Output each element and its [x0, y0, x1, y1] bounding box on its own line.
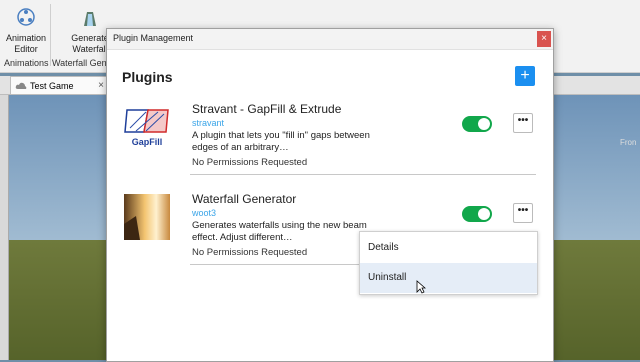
- plugin-permissions: No Permissions Requested: [192, 157, 308, 168]
- plugin-permissions: No Permissions Requested: [192, 247, 308, 258]
- plugin-management-dialog: Plugin Management × Plugins + GapFill St…: [106, 28, 554, 362]
- plugin-author-link[interactable]: woot3: [192, 208, 216, 218]
- animation-editor-label-1: Animation: [5, 33, 47, 43]
- dialog-title: Plugin Management: [113, 33, 194, 43]
- plugin-options-menu: Details Uninstall: [359, 231, 538, 295]
- plugin-name: Stravant - GapFill & Extrude: [192, 102, 342, 116]
- viewport-front-label: Fron: [620, 138, 637, 147]
- animation-editor-button[interactable]: Animation Editor: [4, 6, 48, 55]
- plugin-name: Waterfall Generator: [192, 192, 297, 206]
- more-options-button[interactable]: •••: [513, 203, 533, 223]
- plugin-author-link[interactable]: stravant: [192, 118, 224, 128]
- left-panel-edge: [0, 95, 9, 360]
- plugin-description: Generates waterfalls using the new beam …: [192, 220, 367, 243]
- add-plugin-button[interactable]: +: [515, 66, 535, 86]
- mouse-cursor-icon: [416, 280, 426, 294]
- dialog-titlebar[interactable]: Plugin Management ×: [107, 29, 553, 50]
- row-divider: [190, 174, 536, 175]
- plugin-description: A plugin that lets you "fill in" gaps be…: [192, 130, 370, 153]
- tab-close-icon[interactable]: ×: [98, 80, 104, 91]
- toggle-knob: [478, 118, 490, 130]
- menu-item-details[interactable]: Details: [360, 233, 537, 263]
- waterfall-icon: [84, 12, 96, 26]
- more-options-button[interactable]: •••: [513, 113, 533, 133]
- plugin-enable-toggle[interactable]: [462, 206, 492, 222]
- ribbon-group-animations: Animations: [4, 58, 49, 68]
- tab-label: Test Game: [30, 80, 74, 91]
- gapfill-logo-icon: GapFill: [124, 109, 169, 147]
- tab-test-game[interactable]: Test Game ×: [10, 76, 110, 94]
- animation-editor-label-2: Editor: [14, 44, 38, 54]
- plugins-heading: Plugins: [122, 69, 173, 85]
- gapfill-thumbnail: GapFill: [124, 104, 170, 150]
- gapfill-logo-label: GapFill: [132, 137, 163, 147]
- plugin-row-gapfill: GapFill Stravant - GapFill & Extrude str…: [122, 102, 537, 177]
- waterfall-image-icon: [124, 194, 170, 240]
- cloud-icon: [15, 82, 27, 89]
- plugin-enable-toggle[interactable]: [462, 116, 492, 132]
- waterfall-thumbnail: [124, 194, 170, 240]
- menu-item-uninstall[interactable]: Uninstall: [360, 263, 537, 293]
- animation-editor-icon: [17, 8, 35, 26]
- toggle-knob: [478, 208, 490, 220]
- ribbon-separator: [50, 4, 51, 66]
- close-button[interactable]: ×: [537, 31, 551, 47]
- ribbon-group-waterfall: Waterfall Gene: [52, 58, 112, 68]
